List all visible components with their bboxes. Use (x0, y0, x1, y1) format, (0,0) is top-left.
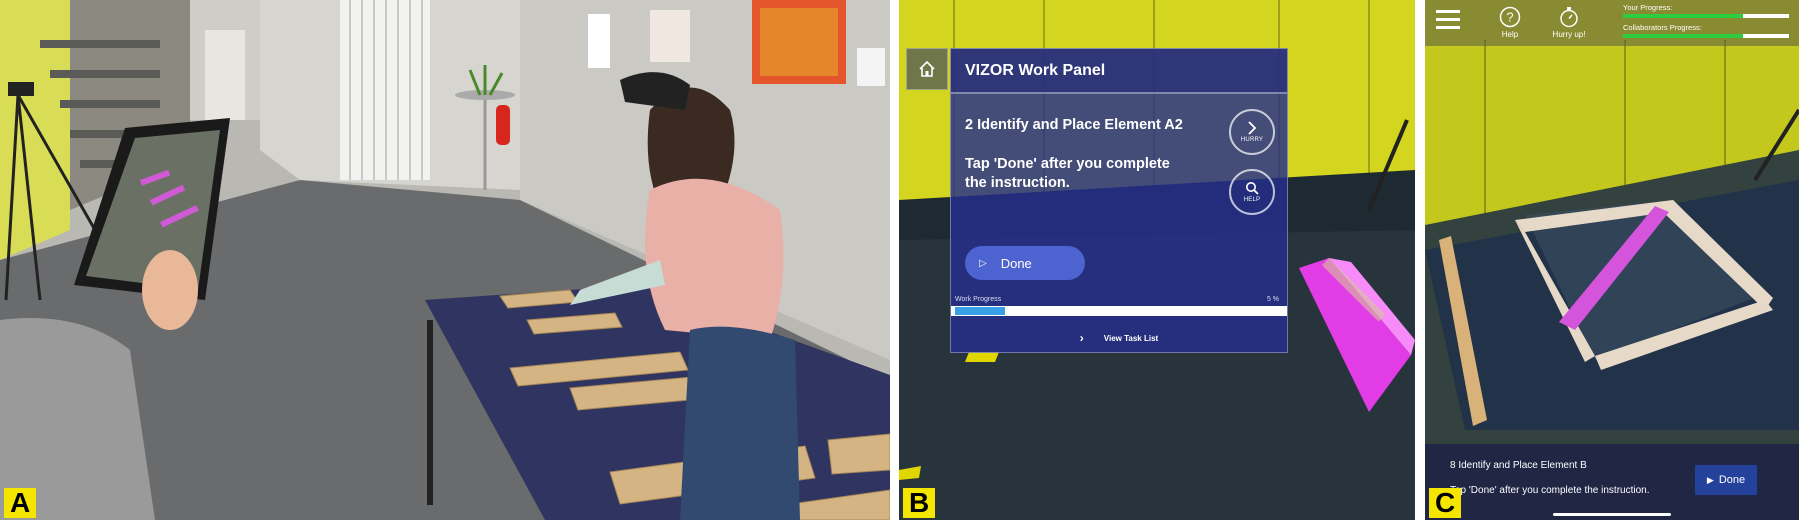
stopwatch-icon (1560, 7, 1578, 28)
instruction-panel: 8 Identify and Place Element B Tap 'Done… (1425, 444, 1799, 520)
panel-b-hololens-view: VIZOR Work Panel 2 Identify and Place El… (899, 0, 1415, 520)
work-progress-bar (951, 306, 1287, 316)
step-instruction: Tap 'Done' after you complete the instru… (965, 156, 1170, 191)
photo-scene-c (1425, 0, 1799, 520)
photo-scene-a (0, 0, 890, 520)
work-progress-text: 5 % (1266, 296, 1279, 303)
done-label: Done (1000, 255, 1032, 271)
step-instruction: Tap 'Done' after you complete the instru… (1450, 485, 1650, 496)
search-icon (1246, 182, 1259, 195)
view-task-list-button[interactable]: › View Task List (951, 324, 1287, 352)
help-label: Help (1501, 30, 1519, 39)
done-button[interactable]: ▷ Done (965, 246, 1085, 280)
tablet-top-bar: ? Help Hurry up! Your Progress: Collabor… (1425, 0, 1799, 46)
home-indicator[interactable] (1553, 513, 1671, 516)
panel-label-b: B (903, 488, 936, 518)
panel-label-c: C (1429, 488, 1462, 518)
view-task-list-label: View Task List (1103, 333, 1159, 343)
hurry-button[interactable]: HURRY (1229, 109, 1275, 155)
your-progress-label: Your Progress: (1623, 3, 1673, 12)
step-title: 8 Identify and Place Element B (1450, 460, 1587, 471)
help-button[interactable]: ? Help (1485, 6, 1535, 39)
play-icon: ▷ (979, 257, 987, 269)
vizor-work-panel: VIZOR Work Panel 2 Identify and Place El… (950, 48, 1288, 353)
help-button[interactable]: HELP (1229, 169, 1275, 215)
vizor-header: VIZOR Work Panel (951, 49, 1287, 94)
collaborators-progress-bar (1623, 34, 1789, 38)
collaborators-progress-label: Collaborators Progress: (1623, 23, 1702, 32)
play-icon: ▶ (1706, 474, 1714, 485)
hurry-up-button[interactable]: Hurry up! (1541, 6, 1597, 39)
hamburger-menu-icon[interactable] (1436, 10, 1460, 34)
your-progress-bar (1623, 14, 1789, 18)
done-label: Done (1718, 474, 1746, 486)
home-button[interactable] (906, 48, 948, 90)
work-progress-label: Work Progress (955, 296, 1002, 303)
panel-c-tablet-view: ? Help Hurry up! Your Progress: Collabor… (1425, 0, 1799, 520)
done-button[interactable]: ▶ Done (1695, 465, 1757, 495)
collaborators-progress-fill (1623, 34, 1743, 38)
panel-a-photo: A (0, 0, 890, 520)
work-progress-fill (955, 307, 1006, 315)
chevron-right-icon (1248, 121, 1257, 135)
help-label: HELP (1243, 197, 1261, 203)
your-progress-fill (1623, 14, 1743, 18)
step-title: 2 Identify and Place Element A2 (965, 117, 1183, 133)
hurry-label: HURRY (1240, 137, 1264, 143)
panel-label-a: A (4, 488, 37, 518)
svg-text:?: ? (1506, 10, 1513, 25)
home-icon (919, 60, 935, 77)
chevron-right-icon: › (1079, 331, 1084, 345)
hurry-up-label: Hurry up! (1552, 30, 1586, 39)
help-icon: ? (1499, 6, 1521, 28)
